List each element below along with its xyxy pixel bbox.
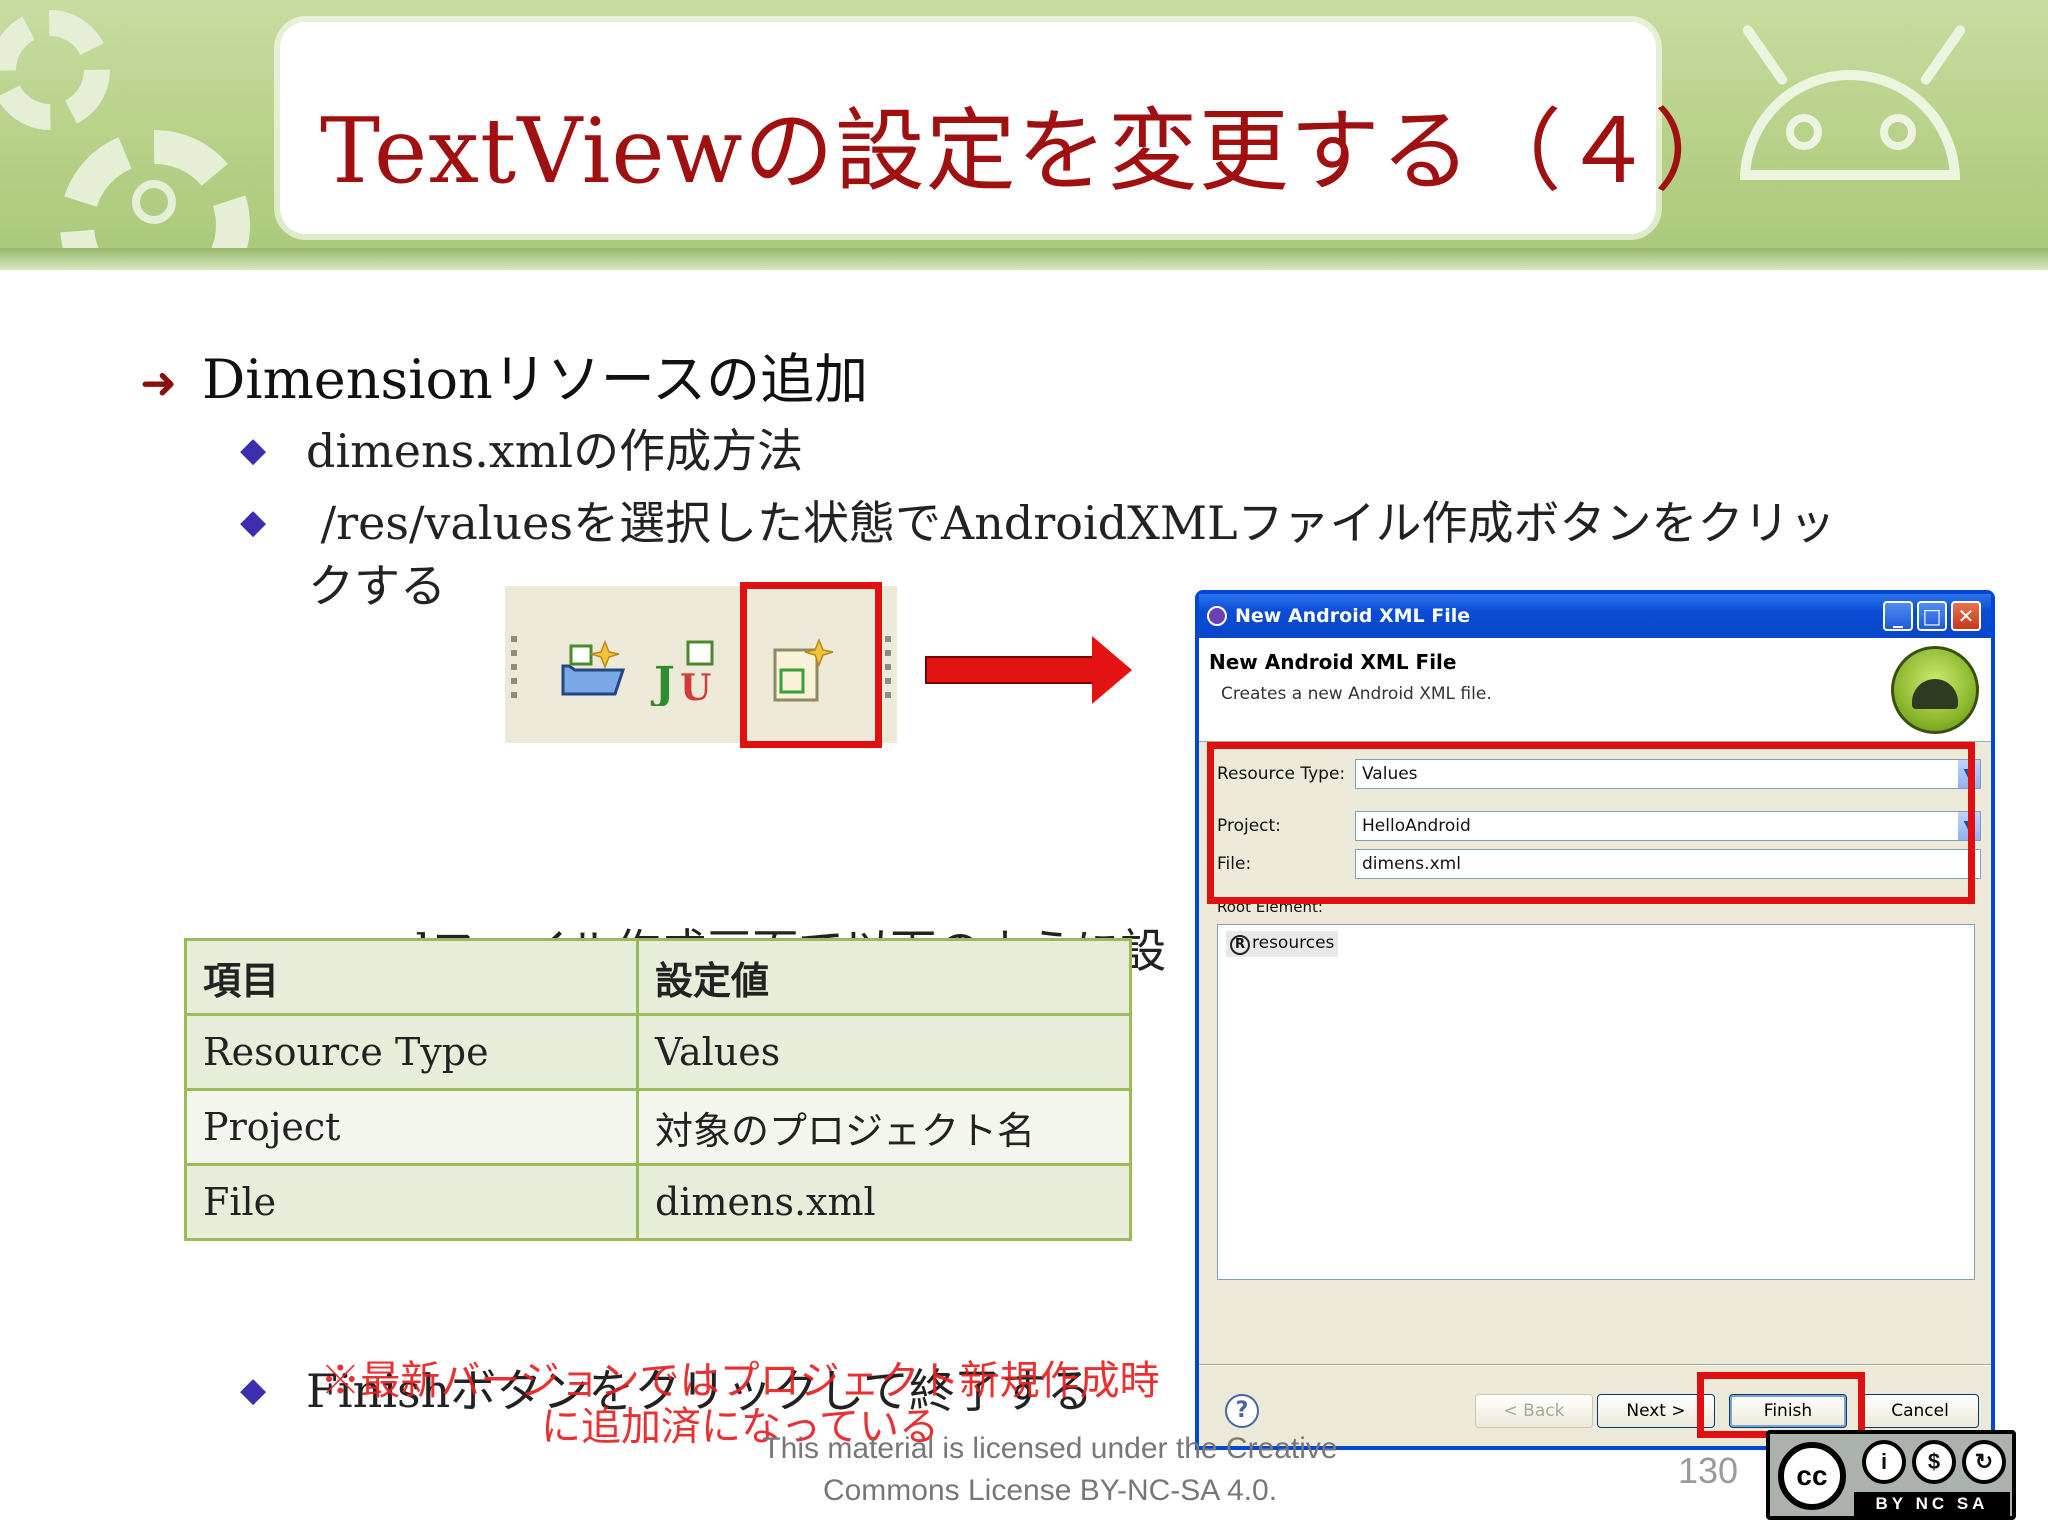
dialog-title-bar[interactable]: New Android XML File _ □ ✕ (1199, 594, 1991, 638)
cc-icon: cc (1778, 1442, 1846, 1510)
sub-bullet-select-values: ◆ /res/valuesを選択した状態でAndroidXMLファイル作成ボタン… (240, 487, 1836, 553)
gear-hub (132, 180, 176, 224)
new-junit-icon[interactable]: J U (650, 636, 720, 706)
eclipse-icon (1207, 606, 1227, 626)
android-antenna (1918, 23, 1968, 87)
android-antenna (1740, 23, 1790, 87)
close-button[interactable]: ✕ (1951, 601, 1981, 631)
table-cell: Project (184, 1088, 639, 1166)
android-mascot-icon (1740, 70, 1960, 180)
page-number: 130 (1678, 1450, 1739, 1491)
bullet-dimension-resource: ➜ Dimensionリソースの追加 (140, 335, 868, 414)
sub-bullet-text: /res/valuesを選択した状態でAndroidXMLファイル作成ボタンをク… (306, 496, 1836, 550)
table-header: 項目 (184, 938, 639, 1016)
cc-terms: BY NC SA (1854, 1492, 2010, 1516)
table-cell: Resource Type (184, 1013, 639, 1091)
help-button[interactable]: ? (1225, 1394, 1259, 1428)
diamond-bullet-icon: ◆ (240, 430, 267, 470)
finish-highlight (1697, 1372, 1865, 1438)
license-text: This material is licensed under the Crea… (762, 1432, 1338, 1507)
svg-text:U: U (680, 667, 711, 706)
nc-icon: $ (1912, 1440, 1956, 1484)
banner-divider (0, 248, 2048, 270)
gear-icon (0, 10, 110, 130)
cc-license-badge[interactable]: cc i $ ↻ BY NC SA (1766, 1430, 2016, 1520)
minimize-button[interactable]: _ (1883, 601, 1913, 631)
maximize-button[interactable]: □ (1917, 601, 1947, 631)
root-item-label: resources (1252, 933, 1335, 953)
table-cell: 対象のプロジェクト名 (636, 1088, 1132, 1166)
dialog-separator (1199, 1364, 1991, 1366)
toolbar-grip[interactable] (511, 636, 517, 706)
table-cell: File (184, 1163, 639, 1241)
settings-table: 項目 設定値 Resource Type Values Project 対象のプ… (184, 938, 1132, 1241)
android-logo-icon (1891, 646, 1979, 734)
dialog-window-title: New Android XML File (1235, 605, 1471, 627)
slide-title: TextViewの設定を変更する（４） (320, 99, 1745, 204)
arrow-bullet-icon: ➜ (140, 358, 177, 409)
sub-bullet-create-method: ◆ dimens.xmlの作成方法 (240, 415, 803, 481)
bullet-text: Dimensionリソースの追加 (202, 348, 869, 411)
xml-button-highlight (740, 582, 882, 748)
table-row: Project 対象のプロジェクト名 (184, 1088, 1132, 1166)
table-row: File dimens.xml (184, 1163, 1132, 1241)
diamond-bullet-icon: ◆ (240, 1370, 267, 1410)
dialog-heading: New Android XML File (1209, 650, 1457, 674)
sub-bullet-text: dimens.xmlの作成方法 (306, 424, 804, 478)
sub-bullet-continuation: クする (308, 559, 446, 613)
svg-text:J: J (650, 658, 675, 706)
by-icon: i (1862, 1440, 1906, 1484)
new-android-xml-file-dialog: New Android XML File _ □ ✕ New Android X… (1195, 590, 1995, 1450)
table-row: Resource Type Values (184, 1013, 1132, 1091)
arrow-right-icon (925, 656, 1095, 684)
table-cell: Values (636, 1013, 1132, 1091)
diamond-bullet-icon: ◆ (240, 502, 267, 542)
new-folder-icon[interactable] (557, 636, 627, 706)
list-item[interactable]: Rresources (1226, 931, 1339, 957)
dialog-header: New Android XML File Creates a new Andro… (1199, 638, 1991, 742)
root-element-list[interactable]: Rresources (1217, 924, 1975, 1280)
table-header: 設定値 (636, 938, 1132, 1016)
table-cell: dimens.xml (636, 1163, 1132, 1241)
back-button[interactable]: < Back (1475, 1394, 1593, 1428)
arrow-right-icon-head (1092, 636, 1132, 704)
sa-icon: ↻ (1962, 1440, 2006, 1484)
toolbar-grip[interactable] (885, 636, 891, 706)
fields-highlight (1207, 742, 1975, 904)
resource-r-icon: R (1230, 935, 1250, 955)
cancel-button[interactable]: Cancel (1861, 1394, 1979, 1428)
dialog-description: Creates a new Android XML file. (1221, 684, 1492, 704)
table-header-row: 項目 設定値 (184, 938, 1132, 1016)
